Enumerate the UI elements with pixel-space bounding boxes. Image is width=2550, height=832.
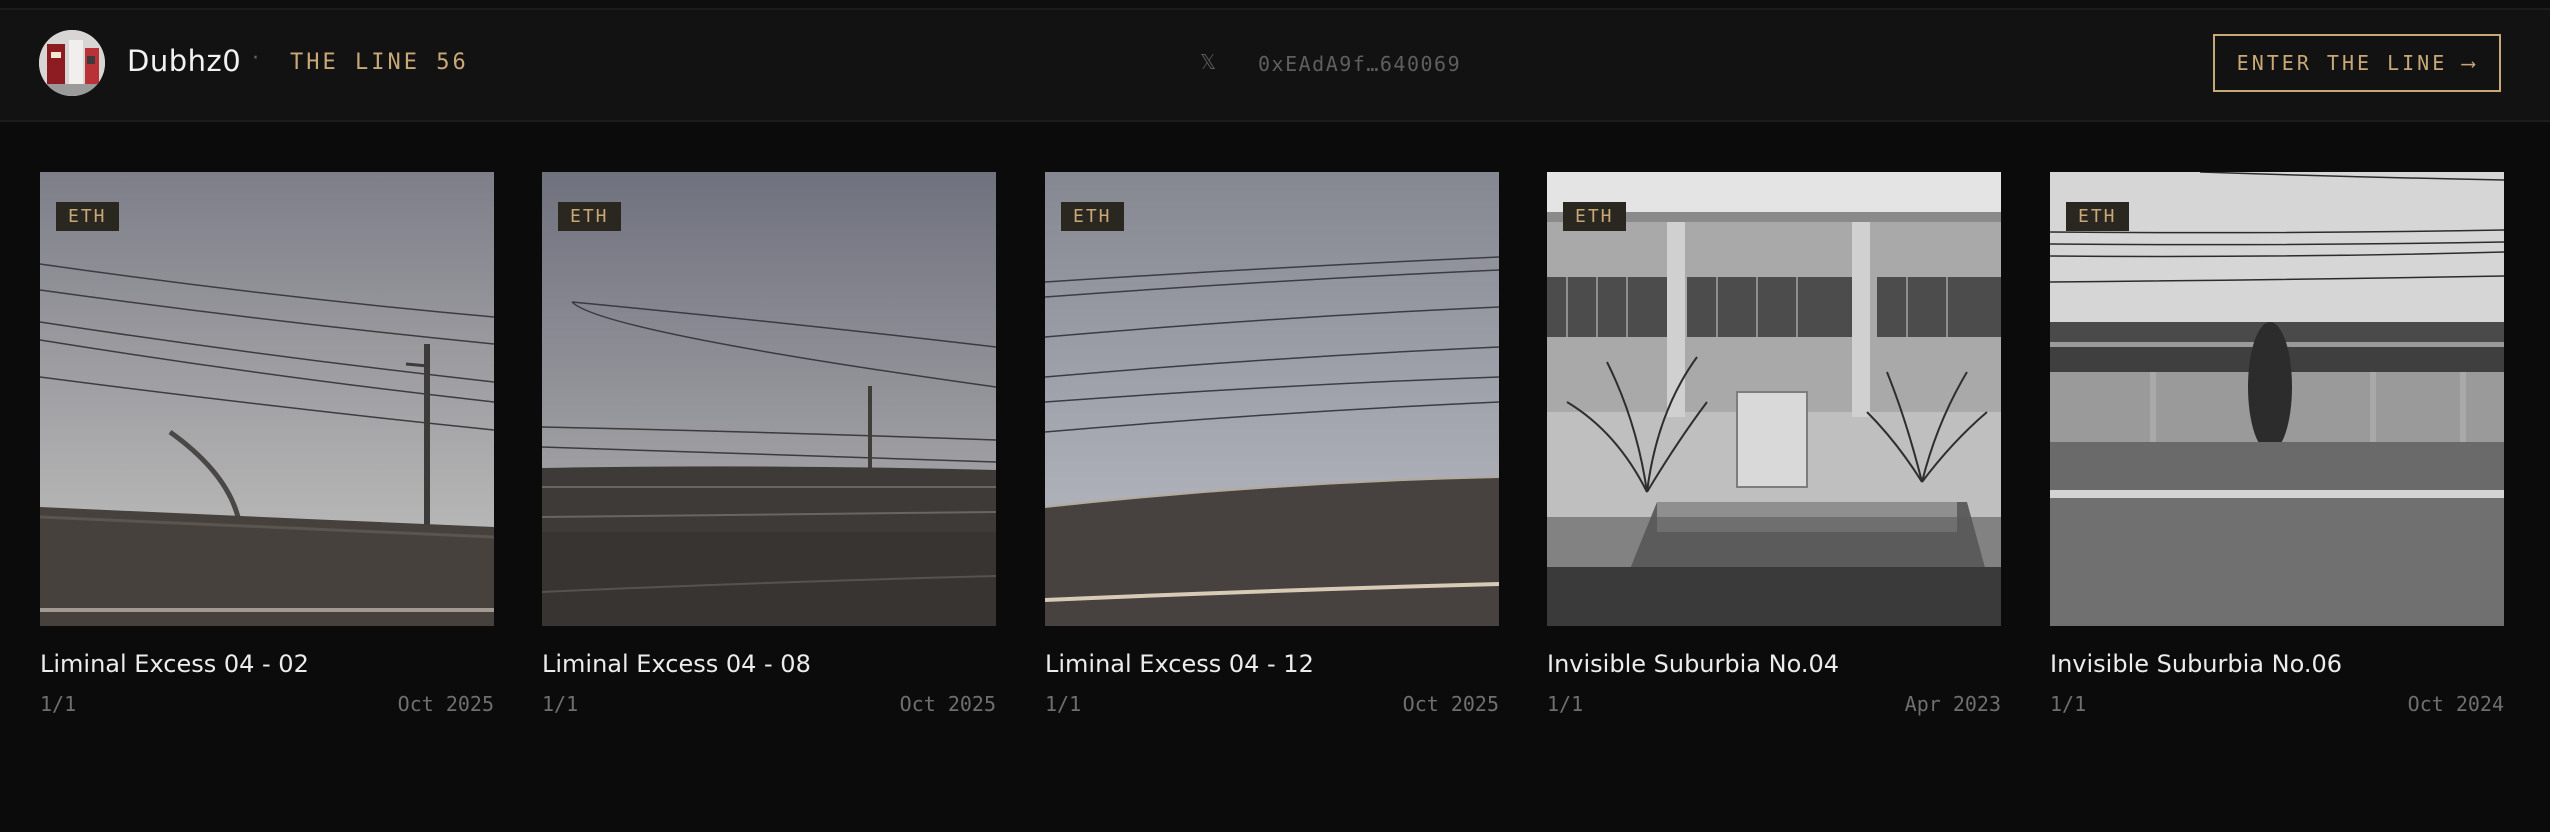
artwork-card[interactable]: ETH Liminal Excess 04 - 02 1/1 Oct 2025: [40, 172, 494, 716]
line-label[interactable]: THE LINE 56: [290, 50, 469, 75]
currency-badge: ETH: [56, 202, 119, 231]
currency-badge: ETH: [1563, 202, 1626, 231]
artwork-meta: 1/1 Apr 2023: [1547, 692, 2001, 716]
currency-badge: ETH: [2066, 202, 2129, 231]
artwork-title[interactable]: Invisible Suburbia No.04: [1547, 650, 2001, 678]
currency-badge: ETH: [1061, 202, 1124, 231]
username[interactable]: Dubhz0: [127, 44, 241, 78]
enter-button-label: ENTER THE LINE ⟶: [2236, 51, 2478, 75]
artwork-meta: 1/1 Oct 2025: [40, 692, 494, 716]
separator-dot: ·: [252, 46, 259, 71]
artwork-thumbnail[interactable]: ETH: [2050, 172, 2504, 626]
artwork-meta: 1/1 Oct 2025: [542, 692, 996, 716]
artwork-thumbnail[interactable]: ETH: [1045, 172, 1499, 626]
mint-date: Oct 2024: [2407, 692, 2504, 716]
artwork-thumbnail[interactable]: ETH: [1547, 172, 2001, 626]
artwork-title[interactable]: Liminal Excess 04 - 02: [40, 650, 494, 678]
edition-count: 1/1: [542, 692, 579, 716]
mint-date: Oct 2025: [397, 692, 494, 716]
artwork-card[interactable]: ETH Invisible Suburbia No.06 1/1 Oct 202…: [2050, 172, 2504, 716]
edition-count: 1/1: [2050, 692, 2087, 716]
artwork-title[interactable]: Liminal Excess 04 - 12: [1045, 650, 1499, 678]
artwork-meta: 1/1 Oct 2024: [2050, 692, 2504, 716]
enter-the-line-button[interactable]: ENTER THE LINE ⟶: [2213, 34, 2501, 92]
artwork-title[interactable]: Liminal Excess 04 - 08: [542, 650, 996, 678]
artwork-card[interactable]: ETH Liminal Excess 04 - 12 1/1 Oct 2025: [1045, 172, 1499, 716]
edition-count: 1/1: [40, 692, 77, 716]
top-border: [0, 0, 2550, 10]
mint-date: Oct 2025: [899, 692, 996, 716]
site-header: Dubhz0 · THE LINE 56 𝕏 0xEAdA9f…640069 E…: [0, 10, 2550, 122]
artwork-card[interactable]: ETH Invisible Suburbia No.04 1/1 Apr 202…: [1547, 172, 2001, 716]
artwork-card[interactable]: ETH Liminal Excess 04 - 08 1/1 Oct 2025: [542, 172, 996, 716]
currency-badge: ETH: [558, 202, 621, 231]
mint-date: Oct 2025: [1402, 692, 1499, 716]
artwork-meta: 1/1 Oct 2025: [1045, 692, 1499, 716]
edition-count: 1/1: [1045, 692, 1082, 716]
x-icon[interactable]: 𝕏: [1200, 50, 1216, 74]
wallet-address[interactable]: 0xEAdA9f…640069: [1258, 52, 1461, 76]
mint-date: Apr 2023: [1904, 692, 2001, 716]
edition-count: 1/1: [1547, 692, 1584, 716]
artwork-title[interactable]: Invisible Suburbia No.06: [2050, 650, 2504, 678]
avatar[interactable]: [39, 30, 105, 96]
artwork-thumbnail[interactable]: ETH: [542, 172, 996, 626]
artwork-thumbnail[interactable]: ETH: [40, 172, 494, 626]
